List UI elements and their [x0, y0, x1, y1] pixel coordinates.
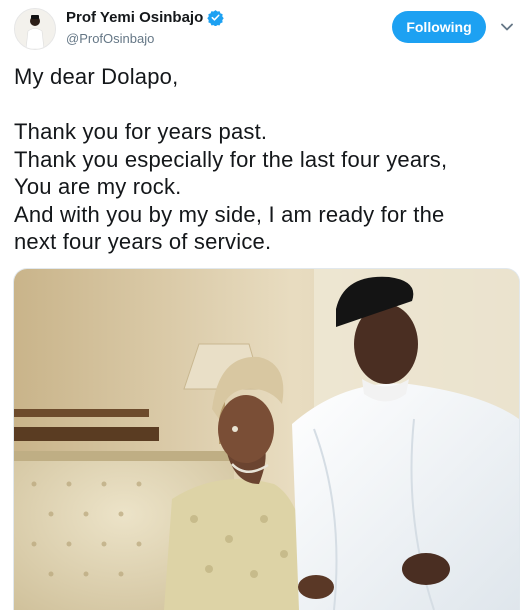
avatar[interactable]	[14, 8, 56, 50]
chevron-down-icon[interactable]	[499, 19, 515, 35]
name-row: Prof Yemi Osinbajo	[66, 9, 224, 27]
user-handle[interactable]: @ProfOsinbajo	[66, 31, 154, 46]
following-button[interactable]: Following	[392, 11, 486, 43]
tweet-line: next four years of service.	[14, 229, 272, 254]
tweet-line: Thank you for years past.	[14, 119, 268, 144]
tweet-header: Prof Yemi Osinbajo @ProfOsinbajo Followi…	[0, 0, 528, 60]
tweet-line: My dear Dolapo,	[14, 64, 179, 89]
verified-badge-icon	[207, 9, 224, 27]
tweet-photo[interactable]	[13, 268, 520, 610]
display-name[interactable]: Prof Yemi Osinbajo	[66, 9, 203, 26]
tweet-line: And with you by my side, I am ready for …	[14, 201, 445, 227]
tweet-line: You are my rock.	[14, 174, 182, 199]
tweet-line: Thank you especially for the last four y…	[14, 146, 448, 172]
tweet-text: My dear Dolapo, Thank you for years past…	[14, 63, 519, 256]
